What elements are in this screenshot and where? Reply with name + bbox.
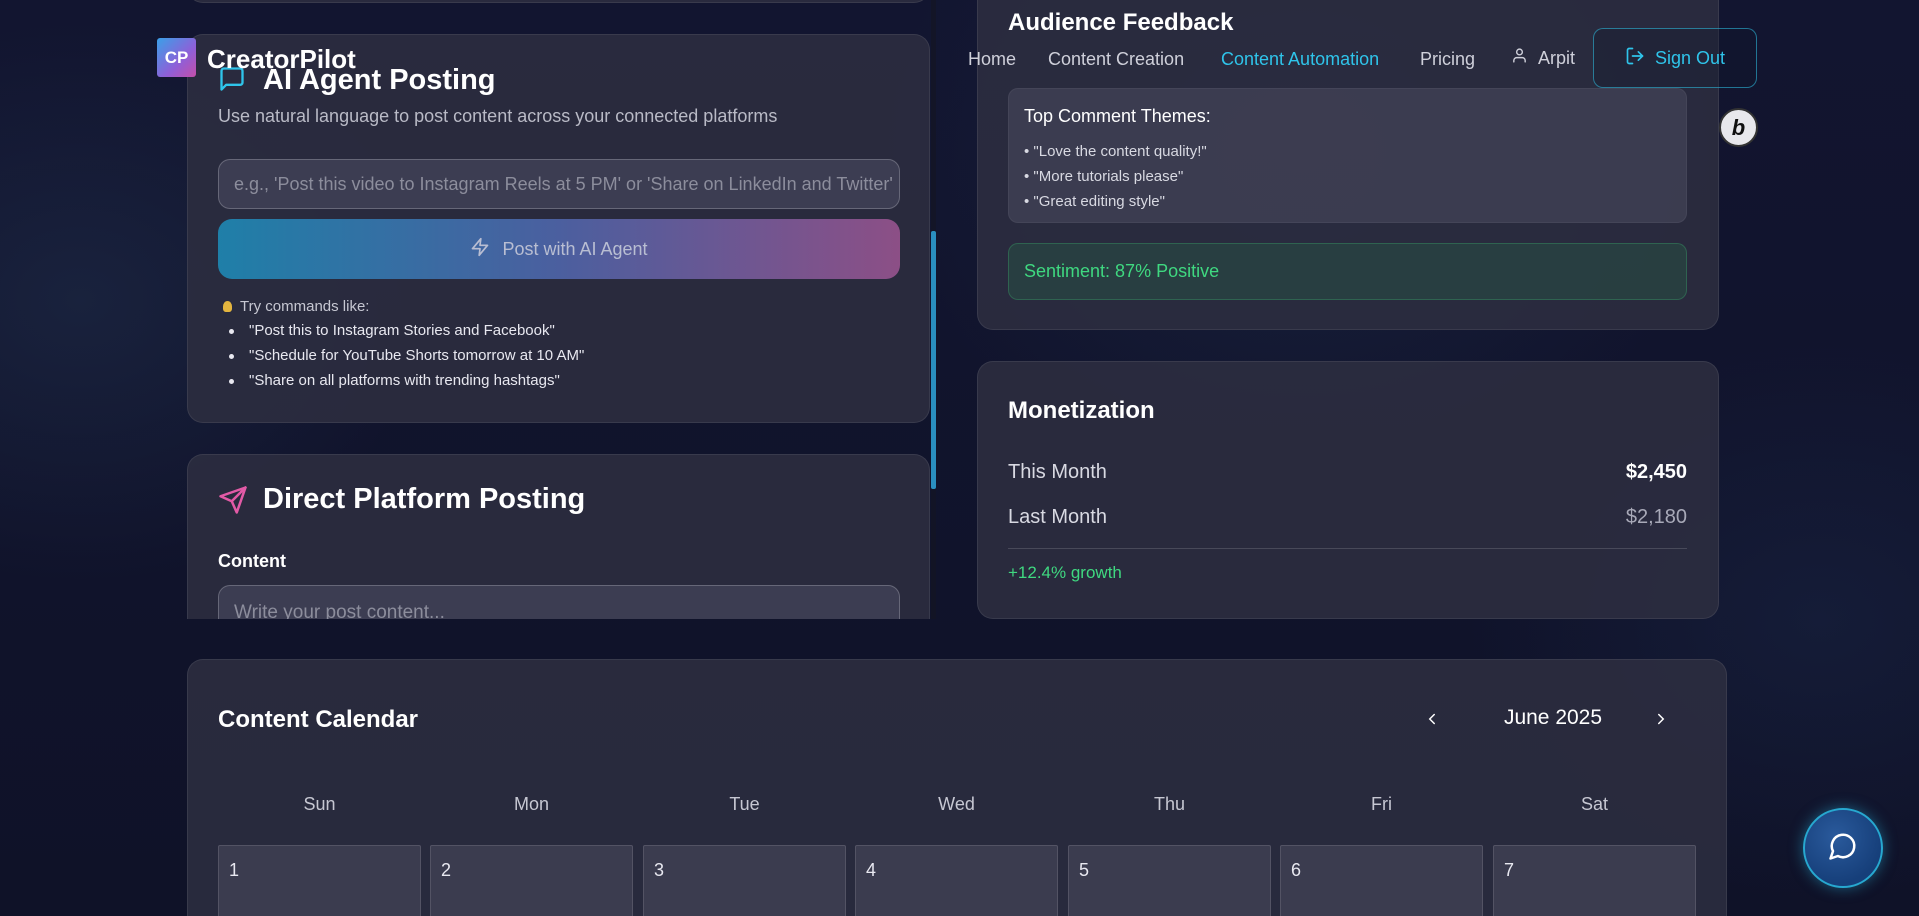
tips-heading-text: Try commands like: (240, 298, 370, 315)
theme-text: "Love the content quality!" (1033, 143, 1207, 160)
zap-icon (470, 237, 490, 262)
chat-button[interactable] (1803, 808, 1883, 888)
right-scroll-area[interactable]: Audience Feedback Top Comment Themes: • … (940, 0, 1740, 619)
nav-home[interactable]: Home (968, 49, 1016, 70)
theme-text: "More tutorials please" (1033, 168, 1184, 185)
comment-themes-box: Top Comment Themes: • "Love the content … (1008, 88, 1687, 223)
log-out-icon (1625, 46, 1645, 71)
growth-text: +12.4% growth (1008, 563, 1122, 582)
tip-item: "Share on all platforms with trending ha… (225, 372, 584, 397)
weekday-header: Tue (729, 794, 760, 814)
content-calendar-card: Content Calendar June 2025 Sun Mon Tue W… (187, 659, 1727, 916)
weekday-header: Sun (303, 794, 336, 814)
last-month-value: $2,180 (1625, 506, 1687, 528)
monetization-card: Monetization This Month $2,450 Last Mont… (977, 361, 1719, 619)
weekday-header: Fri (1371, 794, 1392, 814)
theme-item: • "Great editing style" (1024, 193, 1165, 210)
weekday-header: Sat (1580, 794, 1609, 814)
left-scroll-area[interactable]: AI Agent Posting Use natural language to… (0, 0, 940, 619)
themes-list: • "Love the content quality!" • "More tu… (1024, 139, 1207, 214)
tip-item: "Schedule for YouTube Shorts tomorrow at… (225, 347, 584, 372)
lightbulb-icon (223, 301, 232, 312)
weekday-header: Wed (938, 794, 975, 814)
send-icon (218, 485, 248, 520)
post-content-textarea[interactable]: Write your post content... (218, 585, 900, 619)
post-with-ai-agent-button[interactable]: Post with AI Agent (218, 219, 900, 279)
calendar-day[interactable]: 5 (1068, 845, 1271, 916)
sentiment-badge: Sentiment: 87% Positive (1008, 243, 1687, 300)
divider (1008, 548, 1687, 549)
user-icon (1511, 47, 1528, 69)
direct-platform-posting-card: Direct Platform Posting Content Write yo… (187, 454, 930, 619)
calendar-day[interactable]: 1 (218, 845, 421, 916)
ai-command-input[interactable]: e.g., 'Post this video to Instagram Reel… (218, 159, 900, 209)
this-month-row: This Month $2,450 (1008, 461, 1687, 484)
sign-out-button[interactable]: Sign Out (1593, 28, 1757, 88)
left-scrollbar[interactable] (931, 0, 936, 619)
direct-posting-title: Direct Platform Posting (263, 483, 586, 515)
content-label: Content (218, 551, 286, 571)
sign-out-label: Sign Out (1654, 47, 1726, 68)
last-month-row: Last Month $2,180 (1008, 506, 1687, 529)
nav-pricing[interactable]: Pricing (1420, 49, 1475, 70)
audience-feedback-title: Audience Feedback (1008, 9, 1234, 36)
user-menu[interactable]: Arpit (1511, 47, 1575, 69)
calendar-day[interactable]: 7 (1493, 845, 1696, 916)
calendar-day[interactable]: 3 (643, 845, 846, 916)
calendar-day[interactable]: 2 (430, 845, 633, 916)
logo[interactable]: CP (157, 38, 196, 77)
last-month-label: Last Month (1008, 506, 1107, 528)
ai-agent-subtitle: Use natural language to post content acr… (218, 106, 778, 126)
themes-heading: Top Comment Themes: (1024, 106, 1211, 126)
theme-item: • "More tutorials please" (1024, 168, 1184, 185)
ai-agent-posting-card: AI Agent Posting Use natural language to… (187, 34, 930, 423)
post-with-ai-agent-label: Post with AI Agent (502, 238, 648, 259)
theme-item: • "Love the content quality!" (1024, 143, 1207, 160)
chevron-left-icon[interactable] (1423, 710, 1441, 733)
calendar-day[interactable]: 4 (855, 845, 1058, 916)
this-month-value: $2,450 (1625, 461, 1687, 483)
calendar-title: Content Calendar (218, 706, 419, 733)
previous-card (187, 0, 930, 3)
tips-list: "Post this to Instagram Stories and Face… (225, 322, 584, 397)
calendar-month: June 2025 (1503, 706, 1603, 729)
theme-text: "Great editing style" (1033, 193, 1165, 210)
floating-b-badge-icon[interactable]: b (1719, 108, 1758, 147)
this-month-label: This Month (1008, 461, 1107, 483)
nav-content-creation[interactable]: Content Creation (1048, 49, 1184, 70)
tip-item: "Post this to Instagram Stories and Face… (225, 322, 584, 347)
user-name: Arpit (1538, 47, 1576, 68)
brand-name[interactable]: CreatorPilot (207, 44, 356, 75)
monetization-title: Monetization (1008, 397, 1155, 424)
tips-heading: Try commands like: (223, 298, 369, 315)
left-scrollbar-thumb[interactable] (931, 231, 936, 489)
weekday-header: Thu (1153, 794, 1186, 814)
calendar-day[interactable]: 6 (1280, 845, 1483, 916)
message-circle-icon (1828, 831, 1858, 866)
chevron-right-icon[interactable] (1652, 710, 1670, 733)
weekday-header: Mon (513, 794, 549, 814)
nav-content-automation[interactable]: Content Automation (1221, 49, 1379, 70)
